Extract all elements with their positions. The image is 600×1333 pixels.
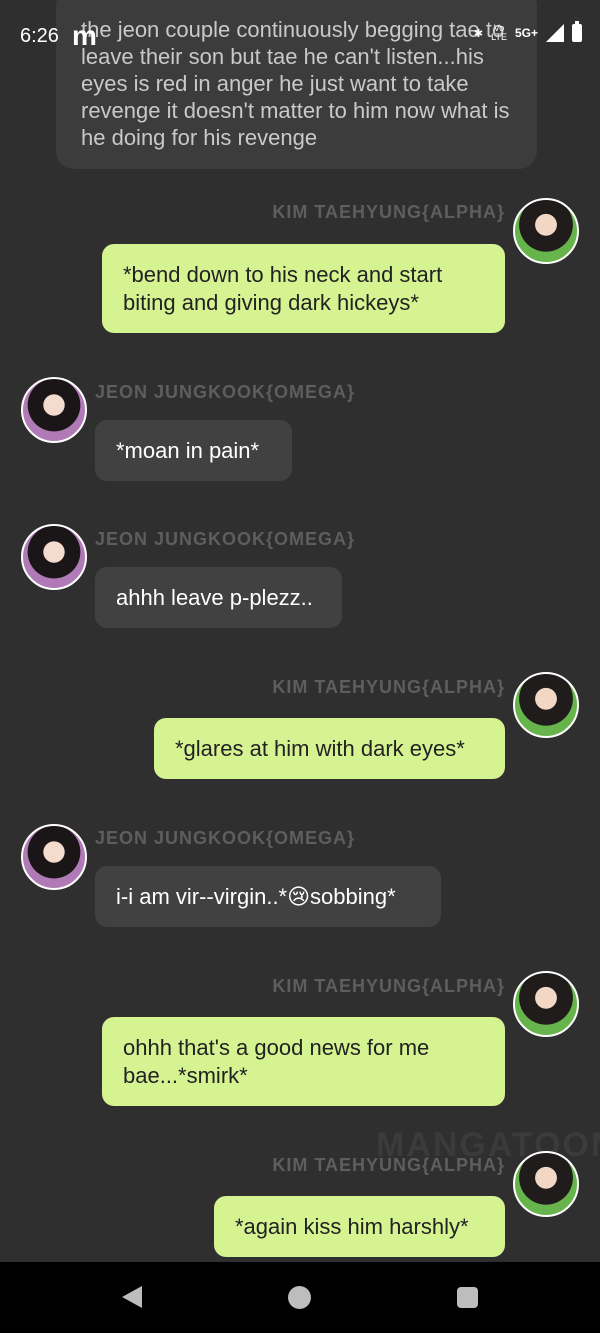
message-bubble-outgoing[interactable]: ohhh that's a good news for me bae...*sm… — [102, 1017, 505, 1106]
network-type: 5G+ — [514, 26, 538, 40]
sender-name: JEON JUNGKOOK{OMEGA} — [95, 382, 356, 402]
bluetooth-icon: ✱ — [473, 27, 484, 40]
sender-name: KIM TAEHYUNG{ALPHA} — [272, 202, 505, 222]
signal-icon — [546, 24, 564, 42]
app-notification-icon: m — [72, 20, 97, 51]
sender-name: KIM TAEHYUNG{ALPHA} — [272, 677, 505, 697]
sender-name: JEON JUNGKOOK{OMEGA} — [95, 529, 356, 549]
home-icon[interactable] — [288, 1286, 311, 1309]
battery-icon — [572, 21, 582, 42]
avatar-taehyung[interactable] — [513, 971, 579, 1037]
message-bubble-incoming[interactable]: ahhh leave p-plezz.. — [95, 567, 342, 628]
status-icons: ✱ Vo LTE 5G+ — [473, 21, 582, 42]
avatar-jungkook[interactable] — [21, 524, 87, 590]
message-bubble-incoming[interactable]: *moan in pain* — [95, 420, 292, 481]
avatar-jungkook[interactable] — [21, 377, 87, 443]
message-bubble-outgoing[interactable]: *glares at him with dark eyes* — [154, 718, 505, 779]
avatar-taehyung[interactable] — [513, 1151, 579, 1217]
avatar-jungkook[interactable] — [21, 824, 87, 890]
status-time: 6:26 — [20, 25, 59, 47]
message-bubble-outgoing[interactable]: *bend down to his neck and start biting … — [102, 244, 505, 333]
recent-apps-icon[interactable] — [457, 1287, 478, 1308]
back-icon[interactable] — [122, 1286, 142, 1308]
sender-name: JEON JUNGKOOK{OMEGA} — [95, 828, 356, 848]
message-bubble-outgoing[interactable]: *again kiss him harshly* — [214, 1196, 505, 1257]
avatar-taehyung[interactable] — [513, 198, 579, 264]
avatar-taehyung[interactable] — [513, 672, 579, 738]
status-bar: 6:26 m ✱ Vo LTE 5G+ — [0, 0, 600, 70]
navigation-bar — [0, 1262, 600, 1333]
volte-icon: Vo LTE — [491, 23, 507, 42]
message-bubble-incoming[interactable]: i-i am vir--virgin..*😢sobbing* — [95, 866, 441, 927]
sender-name: KIM TAEHYUNG{ALPHA} — [272, 1155, 505, 1175]
sender-name: KIM TAEHYUNG{ALPHA} — [272, 976, 505, 996]
